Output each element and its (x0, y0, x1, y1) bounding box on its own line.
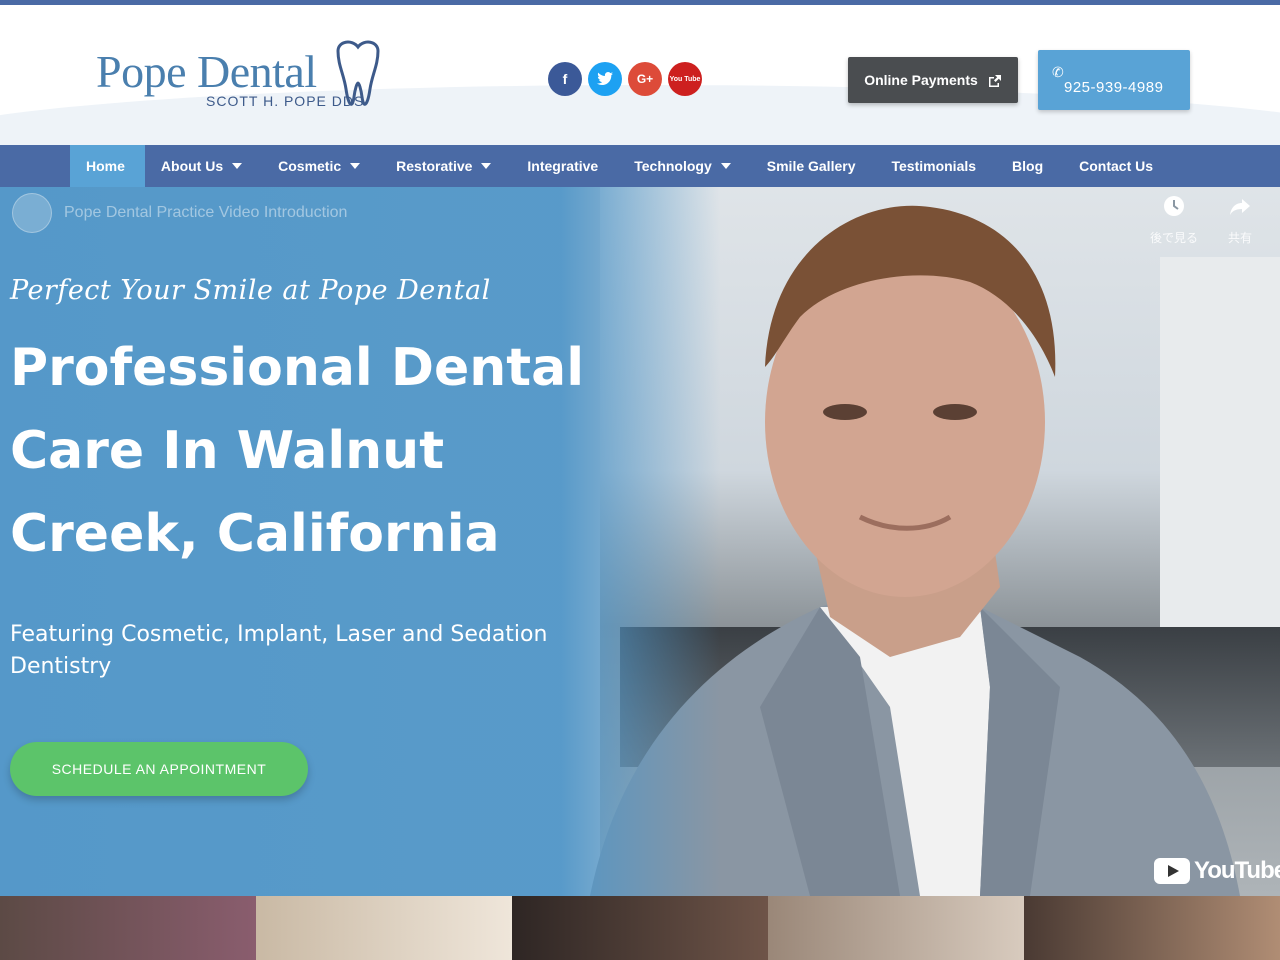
caret-down-icon (481, 163, 492, 169)
youtube-logo[interactable]: YouTube (1154, 857, 1280, 885)
online-payments-button[interactable]: Online Payments (848, 57, 1018, 103)
hero-video[interactable]: Pope Dental Practice Video Introduction … (0, 187, 1280, 896)
nav-item-blog[interactable]: Blog (996, 145, 1063, 187)
hero-headline: Professional Dental Care In Walnut Creek… (10, 338, 585, 564)
youtube-wordmark: YouTube (1194, 857, 1280, 884)
nav-item-cosmetic[interactable]: Cosmetic (262, 145, 380, 187)
caret-down-icon (232, 163, 243, 169)
gallery-photo[interactable] (1024, 896, 1280, 960)
nav-item-home[interactable]: Home (70, 145, 145, 187)
nav-item-smile-gallery[interactable]: Smile Gallery (751, 145, 876, 187)
nav-item-about-us[interactable]: About Us (145, 145, 262, 187)
phone-button[interactable]: ✆ 925-939-4989 (1038, 50, 1190, 110)
channel-avatar[interactable] (12, 193, 52, 233)
gallery-photo[interactable] (512, 896, 768, 960)
smile-gallery-strip (0, 896, 1280, 960)
nav-item-technology[interactable]: Technology (618, 145, 751, 187)
hero-tagline: Perfect Your Smile at Pope Dental (10, 275, 491, 306)
schedule-appointment-button[interactable]: SCHEDULE AN APPOINTMENT (10, 742, 308, 796)
clock-icon (1144, 195, 1204, 223)
share-label: 共有 (1227, 231, 1252, 245)
youtube-icon[interactable]: You Tube (668, 62, 702, 96)
twitter-icon[interactable] (588, 62, 622, 96)
external-link-icon (988, 74, 1001, 87)
hero-subheading: Featuring Cosmetic, Implant, Laser and S… (10, 622, 548, 679)
tooth-icon (336, 40, 380, 106)
gallery-photo[interactable] (0, 896, 256, 960)
watch-later-label: 後で見る (1149, 231, 1198, 245)
share-icon (1210, 195, 1270, 223)
logo-text: Pope Dental (96, 46, 317, 97)
youtube-play-icon (1154, 858, 1190, 884)
caret-down-icon (720, 163, 731, 169)
online-payments-label: Online Payments (864, 72, 978, 88)
video-title-bar[interactable]: Pope Dental Practice Video Introduction (12, 193, 347, 233)
phone-icon: ✆ (1052, 64, 1064, 80)
google-plus-icon[interactable]: G+ (628, 62, 662, 96)
nav-item-contact-us[interactable]: Contact Us (1063, 145, 1173, 187)
social-links: f G+ You Tube (548, 62, 702, 96)
site-header: Pope Dental SCOTT H. POPE DDS f G+ You T… (0, 5, 1280, 145)
video-title[interactable]: Pope Dental Practice Video Introduction (64, 204, 347, 222)
facebook-icon[interactable]: f (548, 62, 582, 96)
nav-item-testimonials[interactable]: Testimonials (875, 145, 996, 187)
share-button[interactable]: 共有 (1210, 195, 1270, 246)
nav-item-restorative[interactable]: Restorative (380, 145, 511, 187)
logo[interactable]: Pope Dental SCOTT H. POPE DDS (96, 40, 396, 115)
nav-item-integrative[interactable]: Integrative (511, 145, 618, 187)
phone-number: 925-939-4989 (1064, 79, 1164, 96)
gallery-photo[interactable] (256, 896, 512, 960)
caret-down-icon (350, 163, 361, 169)
gallery-photo[interactable] (768, 896, 1024, 960)
watch-later-button[interactable]: 後で見る (1144, 195, 1204, 246)
main-nav: Home About Us Cosmetic Restorative Integ… (0, 145, 1280, 187)
